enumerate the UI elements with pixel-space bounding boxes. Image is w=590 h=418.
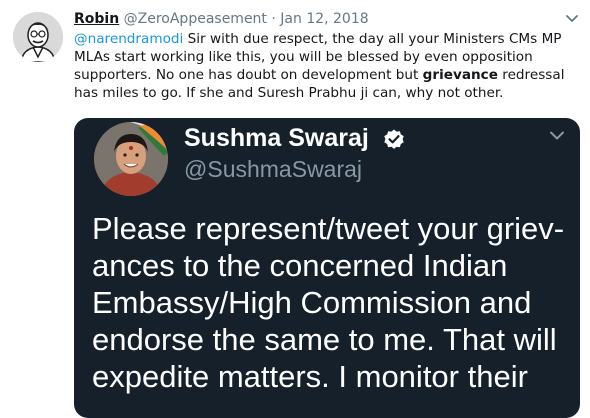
chevron-down-icon — [550, 131, 564, 140]
author-name[interactable]: Robin — [74, 11, 119, 27]
quoted-text-line: Embassy/High Commission and — [92, 285, 532, 320]
author-handle[interactable]: @ZeroAppeasement — [124, 11, 267, 27]
quoted-text-line: endorse the same to me. That will — [92, 322, 557, 357]
tweet-header: Robin @ZeroAppeasement · Jan 12, 2018 — [74, 10, 369, 28]
quoted-tweet-image[interactable]: Sushma Swaraj @SushmaSwaraj Please repre… — [74, 118, 580, 418]
mention-link[interactable]: @narendramodi — [74, 31, 183, 47]
author-avatar[interactable] — [13, 12, 63, 62]
tweet-date[interactable]: Jan 12, 2018 — [280, 11, 368, 27]
quoted-text-line: Please represent/tweet your griev- — [92, 211, 565, 246]
portrait-avatar-icon — [94, 122, 168, 196]
quoted-tweet-text: Please represent/tweet your griev- ances… — [92, 210, 580, 395]
verified-badge-icon — [384, 129, 404, 149]
header-separator: · — [271, 11, 276, 27]
quoted-text-line: expedite matters. I monitor their — [92, 359, 528, 394]
cartoon-avatar-icon — [13, 12, 63, 62]
chevron-down-icon[interactable] — [564, 10, 580, 26]
quoted-text-line: ances to the concerned Indian — [92, 248, 508, 283]
tweet-bold-word: grievance — [422, 67, 498, 83]
quoted-author-handle: @SushmaSwaraj — [184, 156, 363, 182]
quoted-author-name: Sushma Swaraj — [184, 124, 369, 152]
quoted-author-avatar — [94, 122, 168, 196]
tweet-text: @narendramodi Sir with due respect, the … — [74, 30, 580, 102]
